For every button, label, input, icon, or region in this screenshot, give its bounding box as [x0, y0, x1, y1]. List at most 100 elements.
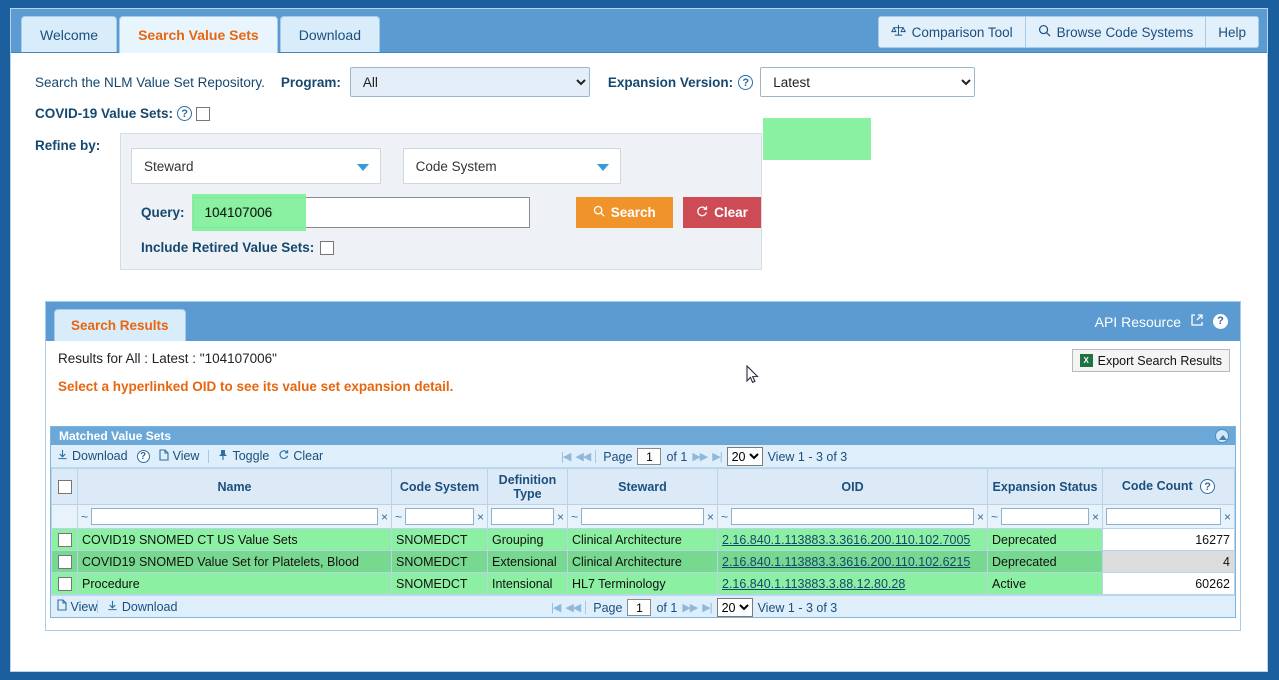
collapse-icon[interactable] [1215, 429, 1229, 443]
tab-search-results-label: Search Results [71, 318, 169, 333]
help-button[interactable]: Help [1206, 17, 1258, 47]
covid-value-sets-checkbox[interactable] [196, 106, 211, 121]
footer-download-button[interactable]: Download [107, 600, 177, 614]
filter-input-code-count[interactable] [1106, 508, 1221, 525]
last-page-icon[interactable]: ▶| [712, 450, 722, 463]
chevron-down-icon [357, 164, 369, 171]
page-number-input[interactable] [637, 448, 662, 465]
first-page-icon[interactable]: |◀ [551, 601, 561, 614]
cell-name: COVID19 SNOMED CT US Value Sets [77, 528, 392, 551]
tilde-icon: ~ [991, 509, 999, 524]
steward-dropdown[interactable]: Steward [131, 148, 381, 184]
first-page-icon[interactable]: |◀ [561, 450, 571, 463]
covid-help-icon[interactable]: ? [177, 106, 193, 121]
include-retired-checkbox[interactable] [320, 240, 335, 255]
next-page-icon[interactable]: ▶▶ [682, 601, 698, 614]
search-intro-text: Search the NLM Value Set Repository. [35, 74, 265, 90]
row-checkbox[interactable] [57, 576, 72, 591]
last-page-icon[interactable]: ▶| [702, 601, 712, 614]
column-header-definition-type[interactable]: Definition Type [487, 468, 568, 505]
program-select[interactable]: All [349, 67, 590, 97]
excel-icon: X [1079, 354, 1093, 367]
tab-welcome[interactable]: Welcome [21, 16, 118, 52]
grid-download-help-icon[interactable]: ? [136, 449, 150, 463]
clear-filter-icon[interactable]: × [381, 510, 388, 524]
application-window: Welcome Search Value Sets Download Compari… [10, 8, 1268, 672]
prev-page-icon[interactable]: ◀◀ [575, 450, 591, 463]
column-header-steward[interactable]: Steward [567, 468, 718, 505]
grid-toggle-button[interactable]: Toggle [218, 449, 269, 464]
cell-expansion-status: Deprecated [987, 528, 1103, 551]
grid-view-button[interactable]: View [159, 448, 199, 464]
browse-code-systems-button[interactable]: Browse Code Systems [1025, 17, 1207, 47]
tab-search-value-sets[interactable]: Search Value Sets [119, 16, 278, 53]
column-header-code-system[interactable]: Code System [391, 468, 488, 505]
grid-clear-button[interactable]: Clear [278, 449, 323, 463]
api-resource-help-icon[interactable]: ? [1213, 314, 1228, 329]
clear-filter-icon[interactable]: × [1224, 510, 1231, 524]
page-size-select[interactable]: 20 [726, 447, 763, 466]
next-page-icon[interactable]: ▶▶ [692, 450, 708, 463]
tab-download-label: Download [298, 27, 361, 43]
oid-link[interactable]: 2.16.840.1.113883.3.88.12.80.28 [722, 577, 905, 591]
code-count-help-icon[interactable]: ? [1200, 479, 1216, 494]
expansion-version-help-icon[interactable]: ? [738, 74, 754, 90]
cell-oid[interactable]: 2.16.840.1.113883.3.88.12.80.28 [717, 572, 988, 595]
page-number-input[interactable] [627, 599, 652, 616]
clear-filter-icon[interactable]: × [1092, 510, 1099, 524]
filter-input-name[interactable] [91, 508, 378, 525]
filter-input-expansion-status[interactable] [1001, 508, 1089, 525]
clear-filter-icon[interactable]: × [977, 510, 984, 524]
row-checkbox[interactable] [57, 532, 72, 547]
external-link-icon[interactable] [1190, 313, 1204, 330]
clear-button-label: Clear [714, 205, 748, 220]
tab-search-results[interactable]: Search Results [54, 309, 186, 341]
oid-link[interactable]: 2.16.840.1.113883.3.3616.200.110.102.700… [722, 533, 970, 547]
table-row[interactable]: COVID19 SNOMED CT US Value Sets SNOMEDCT… [51, 528, 1235, 551]
row-checkbox[interactable] [57, 554, 72, 569]
column-header-expansion-status[interactable]: Expansion Status [987, 468, 1103, 505]
value-sets-table: Name Code System Definition Type Steward… [51, 468, 1235, 595]
table-header-row: Name Code System Definition Type Steward… [51, 468, 1235, 505]
refresh-icon [278, 449, 289, 463]
grid-download-button[interactable]: Download [57, 449, 128, 463]
column-header-code-count[interactable]: Code Count ? [1102, 468, 1235, 505]
table-row[interactable]: COVID19 SNOMED Value Set for Platelets, … [51, 550, 1235, 573]
filter-input-steward[interactable] [581, 508, 704, 525]
page-size-select[interactable]: 20 [716, 598, 753, 617]
select-all-header [51, 468, 78, 505]
search-button[interactable]: Search [575, 197, 673, 228]
cell-oid[interactable]: 2.16.840.1.113883.3.3616.200.110.102.621… [717, 550, 988, 573]
cell-expansion-status: Deprecated [987, 550, 1103, 573]
filter-input-code-system[interactable] [405, 508, 474, 525]
filter-input-oid[interactable] [731, 508, 974, 525]
clear-filter-icon[interactable]: × [477, 510, 484, 524]
filter-input-definition-type[interactable] [491, 508, 554, 525]
clear-button[interactable]: Clear [682, 197, 761, 228]
refresh-icon [696, 205, 708, 220]
prev-page-icon[interactable]: ◀◀ [565, 601, 581, 614]
column-header-oid[interactable]: OID [717, 468, 988, 505]
tab-download[interactable]: Download [279, 16, 380, 52]
code-system-dropdown[interactable]: Code System [402, 148, 621, 184]
query-input-value: 104107006 [204, 205, 273, 220]
filter-cell-definition-type: × [487, 504, 568, 529]
clear-filter-icon[interactable]: × [557, 510, 564, 524]
column-header-name[interactable]: Name [77, 468, 392, 505]
cell-code-system: SNOMEDCT [391, 528, 488, 551]
search-icon [593, 205, 605, 220]
footer-view-button[interactable]: View [57, 599, 97, 614]
grid-footer-toolbar: View Download |◀ ◀◀ Page of 1 ▶▶ [51, 595, 1235, 617]
page-of-label: of 1 [666, 449, 688, 464]
export-search-results-button[interactable]: X Export Search Results [1071, 349, 1230, 372]
comparison-tool-button[interactable]: Comparison Tool [878, 17, 1026, 47]
clear-filter-icon[interactable]: × [707, 510, 714, 524]
expansion-version-select[interactable]: Latest [760, 67, 976, 97]
select-all-checkbox[interactable] [57, 479, 72, 494]
api-resource-label[interactable]: API Resource [1095, 314, 1181, 330]
table-row[interactable]: Procedure SNOMEDCT Intensional HL7 Termi… [51, 572, 1235, 595]
cell-oid[interactable]: 2.16.840.1.113883.3.3616.200.110.102.700… [717, 528, 988, 551]
oid-link[interactable]: 2.16.840.1.113883.3.3616.200.110.102.621… [722, 555, 970, 569]
filter-cell-code-count: × [1102, 504, 1235, 529]
grid-title: Matched Value Sets [59, 429, 172, 443]
